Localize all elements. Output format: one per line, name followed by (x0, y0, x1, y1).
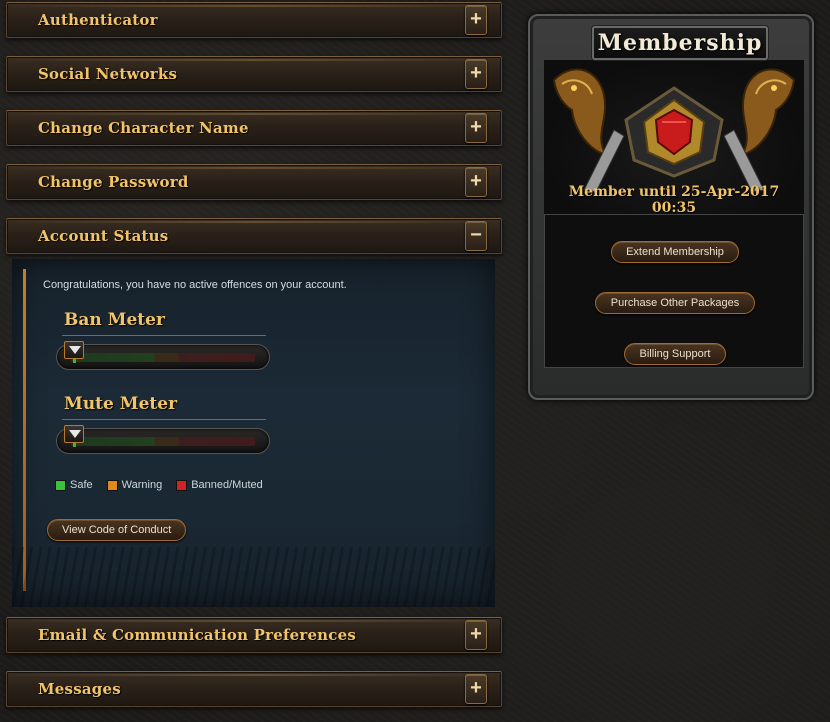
expand-icon[interactable]: + (465, 167, 487, 197)
meter-gradient (71, 437, 255, 446)
banned-swatch-icon (176, 479, 188, 491)
section-label: Change Character Name (38, 119, 249, 137)
extend-membership-button[interactable]: Extend Membership (611, 241, 739, 263)
meter-legend: Safe Warning Banned/Muted (55, 479, 263, 491)
warning-swatch-icon (106, 479, 118, 491)
section-label: Change Password (38, 173, 189, 191)
collapse-icon[interactable]: − (465, 221, 487, 251)
divider (62, 335, 266, 336)
section-label: Social Networks (38, 65, 178, 83)
expand-icon[interactable]: + (465, 113, 487, 143)
expand-icon[interactable]: + (465, 59, 487, 89)
section-email-preferences[interactable]: Email & Communication Preferences + (6, 617, 502, 653)
account-status-panel: Congratulations, you have no active offe… (12, 259, 495, 607)
section-social-networks[interactable]: Social Networks + (6, 56, 502, 92)
legend-banned: Banned/Muted (176, 479, 263, 491)
legend-label: Warning (121, 479, 163, 491)
section-label: Account Status (38, 227, 169, 245)
section-change-character-name[interactable]: Change Character Name + (6, 110, 502, 146)
meter-tick (73, 443, 76, 447)
ban-meter-title: Ban Meter (64, 310, 165, 330)
mute-meter (56, 425, 270, 454)
section-authenticator[interactable]: Authenticator + (6, 2, 502, 38)
purchase-other-packages-button[interactable]: Purchase Other Packages (595, 292, 755, 314)
billing-support-button[interactable]: Billing Support (624, 343, 726, 365)
expand-icon[interactable]: + (465, 674, 487, 704)
section-messages[interactable]: Messages + (6, 671, 502, 707)
member-until-text: Member until 25-Apr-2017 00:35 (568, 184, 780, 216)
section-label: Messages (38, 680, 121, 698)
panel-rail (23, 269, 26, 591)
section-account-status[interactable]: Account Status − (6, 218, 502, 254)
meter-marker-icon (64, 341, 84, 359)
meter-marker-icon (64, 425, 84, 443)
section-label: Email & Communication Preferences (38, 626, 357, 644)
expand-icon[interactable]: + (465, 620, 487, 650)
membership-title: Membership (597, 30, 763, 56)
offence-message: Congratulations, you have no active offe… (43, 279, 347, 291)
legend-label: Banned/Muted (191, 479, 263, 491)
section-label: Authenticator (38, 11, 158, 29)
legend-warning: Warning (106, 479, 163, 491)
mute-meter-title: Mute Meter (64, 394, 178, 414)
section-change-password[interactable]: Change Password + (6, 164, 502, 200)
safe-swatch-icon (55, 479, 66, 491)
view-code-of-conduct-button[interactable]: View Code of Conduct (47, 519, 187, 541)
legend-label: Safe (70, 479, 93, 491)
expand-icon[interactable]: + (465, 5, 487, 35)
membership-title-plate: Membership (592, 26, 768, 60)
meter-tick (73, 359, 76, 363)
meter-gradient (71, 353, 255, 362)
legend-safe: Safe (55, 479, 93, 491)
ban-meter (56, 341, 270, 370)
divider (62, 419, 266, 420)
